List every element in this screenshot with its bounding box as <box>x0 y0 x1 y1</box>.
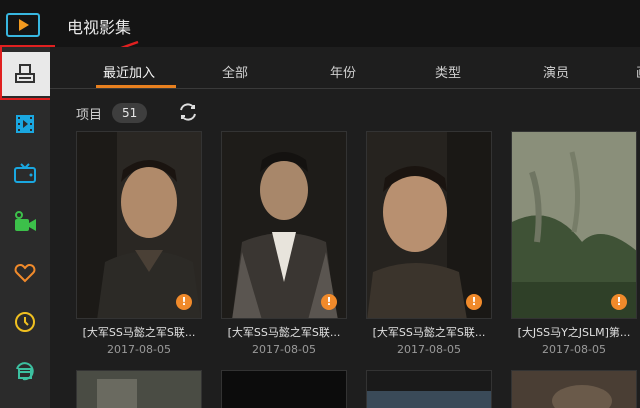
camera-icon <box>15 211 36 231</box>
items-count-badge: 51 <box>112 103 148 123</box>
poster-thumbnail[interactable] <box>366 370 492 408</box>
warning-icon: ! <box>176 294 192 310</box>
card-title: [大JSS马Y之JSLM]第... <box>517 326 631 339</box>
tab-bar: 最近加入 全部 年份 类型 演员 画 <box>50 47 640 89</box>
tab-genre[interactable]: 类型 <box>435 62 461 81</box>
poster-thumbnail[interactable] <box>76 370 202 408</box>
card-title: [大军SS马懿之军S联... <box>372 326 486 339</box>
sidebar-item-favorites[interactable] <box>0 251 50 295</box>
poster-thumbnail[interactable] <box>221 370 347 408</box>
warning-icon: ! <box>466 294 482 310</box>
sidebar <box>0 47 50 408</box>
items-count-row: 项目 51 <box>76 101 148 125</box>
clock-icon <box>15 312 35 332</box>
app-logo-icon <box>6 13 40 37</box>
poster-thumbnail: ! <box>511 131 637 319</box>
card-date: 2017-08-05 <box>252 343 316 356</box>
content-area: 最近加入 全部 年份 类型 演员 画 项目 51 ! [大军SS马懿之军 <box>50 47 640 408</box>
tv-icon <box>14 163 36 183</box>
sidebar-item-clips[interactable] <box>0 349 50 393</box>
sidebar-item-tv[interactable] <box>0 151 50 195</box>
refresh-icon[interactable] <box>176 100 200 124</box>
tab-more[interactable]: 画 <box>636 62 640 81</box>
card-date: 2017-08-05 <box>107 343 171 356</box>
sidebar-item-videos[interactable] <box>0 200 50 244</box>
media-card[interactable]: ! [大JSS马Y之JSLM]第... 2017-08-05 <box>511 131 637 356</box>
film-icon <box>16 115 34 133</box>
media-card[interactable]: ! [大军SS马懿之军S联... 2017-08-05 <box>221 131 347 356</box>
warning-icon: ! <box>611 294 627 310</box>
sidebar-item-movies[interactable] <box>0 102 50 146</box>
card-date: 2017-08-05 <box>397 343 461 356</box>
tab-recently-added[interactable]: 最近加入 <box>103 62 155 81</box>
poster-thumbnail: ! <box>76 131 202 319</box>
card-date: 2017-08-05 <box>542 343 606 356</box>
poster-thumbnail: ! <box>221 131 347 319</box>
poster-thumbnail[interactable] <box>511 370 637 408</box>
tab-year[interactable]: 年份 <box>330 62 356 81</box>
tab-all[interactable]: 全部 <box>222 62 248 81</box>
active-tab-indicator <box>96 85 176 88</box>
app-title: 电视影集 <box>67 18 132 37</box>
items-label: 项目 <box>76 107 103 123</box>
card-title: [大军SS马懿之军S联... <box>227 326 341 339</box>
poster-thumbnail: ! <box>366 131 492 319</box>
sidebar-item-recent[interactable] <box>0 300 50 344</box>
media-card[interactable]: ! [大军SS马懿之军S联... 2017-08-05 <box>76 131 202 356</box>
clapperboard-icon <box>16 362 34 381</box>
tab-actors[interactable]: 演员 <box>543 62 569 81</box>
heart-icon <box>14 263 36 283</box>
card-title: [大军SS马懿之军S联... <box>82 326 196 339</box>
media-card[interactable]: ! [大军SS马懿之军S联... 2017-08-05 <box>366 131 492 356</box>
warning-icon: ! <box>321 294 337 310</box>
annotation-highlight-box <box>0 45 55 100</box>
